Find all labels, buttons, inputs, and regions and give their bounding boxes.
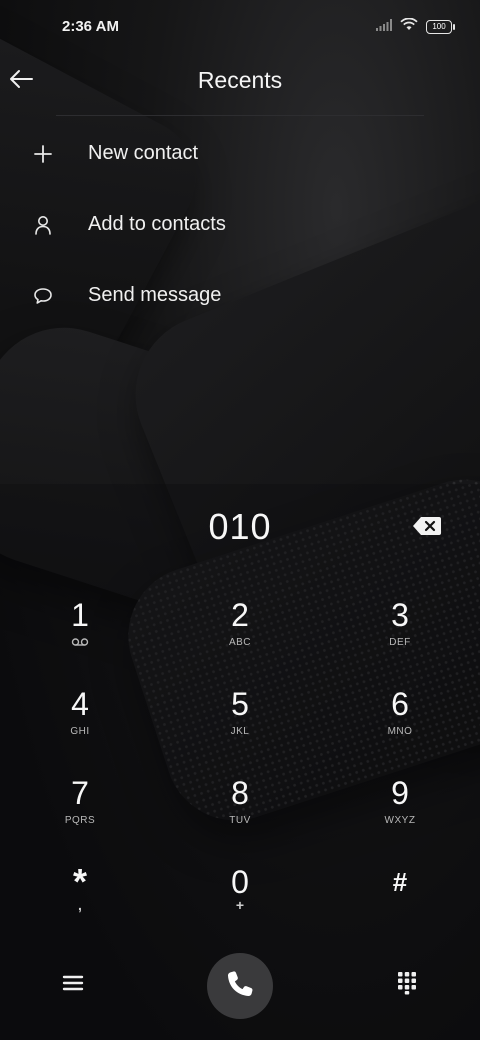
keypad-row: 4 GHI 5 JKL 6 MNO xyxy=(0,685,480,774)
recents-menu: New contact Add to contacts Send message xyxy=(0,118,480,331)
key-digit: * xyxy=(72,861,87,902)
key-letters: + xyxy=(235,897,245,913)
menu-item-label: Send message xyxy=(88,284,222,306)
backspace-icon xyxy=(412,517,442,541)
dialpad-toggle-button[interactable] xyxy=(394,971,420,1000)
menu-item-label: New contact xyxy=(88,142,199,164)
key-8[interactable]: 8 TUV xyxy=(180,774,300,854)
key-digit: 8 xyxy=(231,775,249,811)
plus-icon xyxy=(32,143,54,165)
key-letters: WXYZ xyxy=(384,815,416,826)
key-digit: 0 xyxy=(231,864,249,900)
key-letters: TUV xyxy=(229,815,251,826)
call-button[interactable] xyxy=(207,953,273,1019)
status-icons: 100 xyxy=(376,17,455,36)
key-digit: 3 xyxy=(391,597,409,633)
key-4[interactable]: 4 GHI xyxy=(20,685,140,765)
menu-button[interactable] xyxy=(60,972,86,998)
key-3[interactable]: 3 DEF xyxy=(340,596,460,676)
key-1[interactable]: 1 xyxy=(20,596,140,676)
key-digit: 5 xyxy=(231,686,249,722)
key-letters: DEF xyxy=(389,637,411,648)
key-digit: 7 xyxy=(71,775,89,811)
battery-icon: 100 xyxy=(426,20,455,34)
keypad-row: 1 2 ABC 3 DEF xyxy=(0,596,480,685)
menu-item-add-to-contacts[interactable]: Add to contacts xyxy=(0,189,480,260)
key-digit: 4 xyxy=(71,686,89,722)
dialpad-icon xyxy=(397,971,417,1000)
header-divider xyxy=(56,115,424,116)
key-letters: GHI xyxy=(70,726,90,737)
key-7[interactable]: 7 PQRS xyxy=(20,774,140,854)
bottom-bar xyxy=(0,950,480,1030)
person-icon xyxy=(32,214,54,236)
key-2[interactable]: 2 ABC xyxy=(180,596,300,676)
page-title: Recents xyxy=(197,67,283,93)
key-digit: 2 xyxy=(231,597,249,633)
key-digit: 1 xyxy=(71,597,89,633)
chat-bubble-icon xyxy=(32,285,54,307)
key-star[interactable]: * , xyxy=(20,863,140,943)
status-time: 2:36 AM xyxy=(62,18,119,35)
menu-item-new-contact[interactable]: New contact xyxy=(0,118,480,189)
key-digit: 9 xyxy=(391,775,409,811)
keypad-row: 7 PQRS 8 TUV 9 WXYZ xyxy=(0,774,480,863)
key-letters: MNO xyxy=(387,726,413,737)
dialed-number: 010 xyxy=(208,506,272,547)
voicemail-icon xyxy=(20,637,140,651)
wifi-icon xyxy=(400,17,418,36)
status-bar: 2:36 AM 100 xyxy=(0,0,480,56)
key-digit: 6 xyxy=(391,686,409,722)
signal-icon xyxy=(376,18,392,36)
phone-icon xyxy=(224,968,256,1005)
menu-item-send-message[interactable]: Send message xyxy=(0,260,480,331)
key-9[interactable]: 9 WXYZ xyxy=(340,774,460,854)
key-hash[interactable]: # xyxy=(340,863,460,943)
key-digit: # xyxy=(392,867,408,897)
key-letters: ABC xyxy=(228,637,252,648)
hamburger-menu-icon xyxy=(62,974,84,997)
key-letters: PQRS xyxy=(64,815,96,826)
keypad: 1 2 ABC 3 DEF 4 GHI 5 JKL 6 MNO 7 PQRS 8… xyxy=(0,596,480,952)
keypad-row: * , 0 + # xyxy=(0,863,480,952)
key-letters: JKL xyxy=(230,726,250,737)
dialer-screen: 2:36 AM 100 Recents New contact Add to c… xyxy=(0,0,480,1040)
key-6[interactable]: 6 MNO xyxy=(340,685,460,765)
menu-item-label: Add to contacts xyxy=(88,213,226,235)
header: Recents xyxy=(0,56,480,116)
key-0[interactable]: 0 + xyxy=(180,863,300,943)
backspace-button[interactable] xyxy=(412,515,442,537)
key-5[interactable]: 5 JKL xyxy=(180,685,300,765)
key-letters: , xyxy=(78,897,82,913)
